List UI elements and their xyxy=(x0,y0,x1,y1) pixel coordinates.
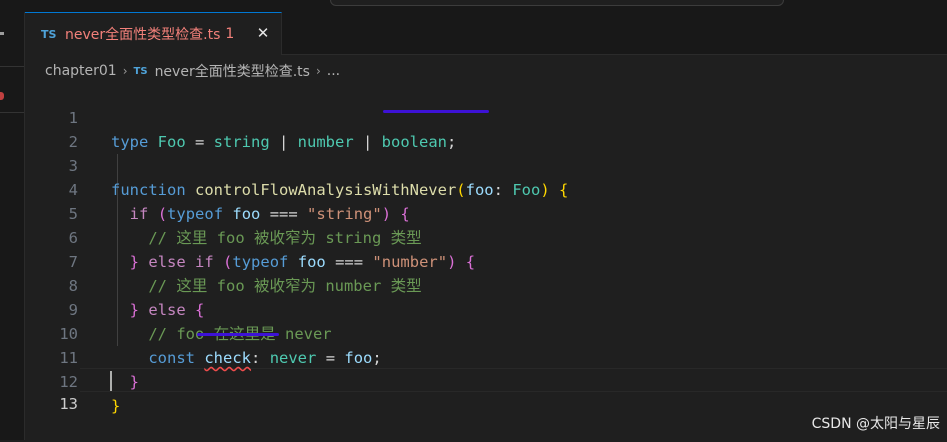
chevron-right-icon: › xyxy=(315,64,321,78)
breadcrumb: chapter01 › TS never全面性类型检查.ts › ... xyxy=(45,60,340,82)
activity-divider xyxy=(0,112,24,113)
tab-problem-count: 1 xyxy=(225,26,235,42)
chevron-right-icon: › xyxy=(122,64,128,78)
activity-divider xyxy=(0,66,24,67)
code-line-1: 1 type Foo = string | number | boolean; xyxy=(25,82,947,151)
editor-tab-bar: TS never全面性类型检查.ts 1 ✕ xyxy=(25,12,947,55)
code-line-13: 13 xyxy=(25,368,947,413)
code-line-9: 9 // foo 在这里是 never xyxy=(25,274,947,343)
typescript-icon: TS xyxy=(41,27,57,41)
typescript-icon: TS xyxy=(133,65,148,77)
code-line-11: 11 } xyxy=(25,322,947,391)
annotation-underline xyxy=(383,110,489,113)
code-line-6: 6 } else if (typeof foo === "number") { xyxy=(25,202,947,271)
code-line-10: 10 const check: never = foo; xyxy=(25,298,947,367)
error-indicator-icon xyxy=(0,92,4,100)
code-line-5: 5 // 这里 foo 被收窄为 string 类型 xyxy=(25,178,947,247)
code-line-12: 12 } xyxy=(25,346,947,415)
tab-active-file[interactable]: TS never全面性类型检查.ts 1 ✕ xyxy=(25,12,282,55)
code-line-8: 8 } else { xyxy=(25,250,947,319)
code-line-3: 3 function controlFlowAnalysisWithNever(… xyxy=(25,130,947,199)
breadcrumb-file[interactable]: never全面性类型检查.ts xyxy=(155,61,310,81)
breadcrumb-folder[interactable]: chapter01 xyxy=(45,63,117,79)
code-line-4: 4 if (typeof foo === "string") { xyxy=(25,154,947,223)
close-icon[interactable]: ✕ xyxy=(255,25,271,41)
line-number: 13 xyxy=(59,395,78,413)
code-line-7: 7 // 这里 foo 被收窄为 number 类型 xyxy=(25,226,947,295)
annotation-underline xyxy=(197,333,279,336)
command-center[interactable] xyxy=(330,0,784,6)
watermark: CSDN @太阳与星辰 xyxy=(811,416,940,432)
breadcrumb-symbols[interactable]: ... xyxy=(327,63,340,79)
activity-item-icon[interactable] xyxy=(0,32,4,35)
text-cursor xyxy=(110,371,112,391)
tab-filename: never全面性类型检查.ts xyxy=(65,27,221,43)
code-text: } xyxy=(111,397,121,415)
code-editor[interactable]: 1 type Foo = string | number | boolean; … xyxy=(25,82,947,440)
activity-bar xyxy=(0,12,25,440)
